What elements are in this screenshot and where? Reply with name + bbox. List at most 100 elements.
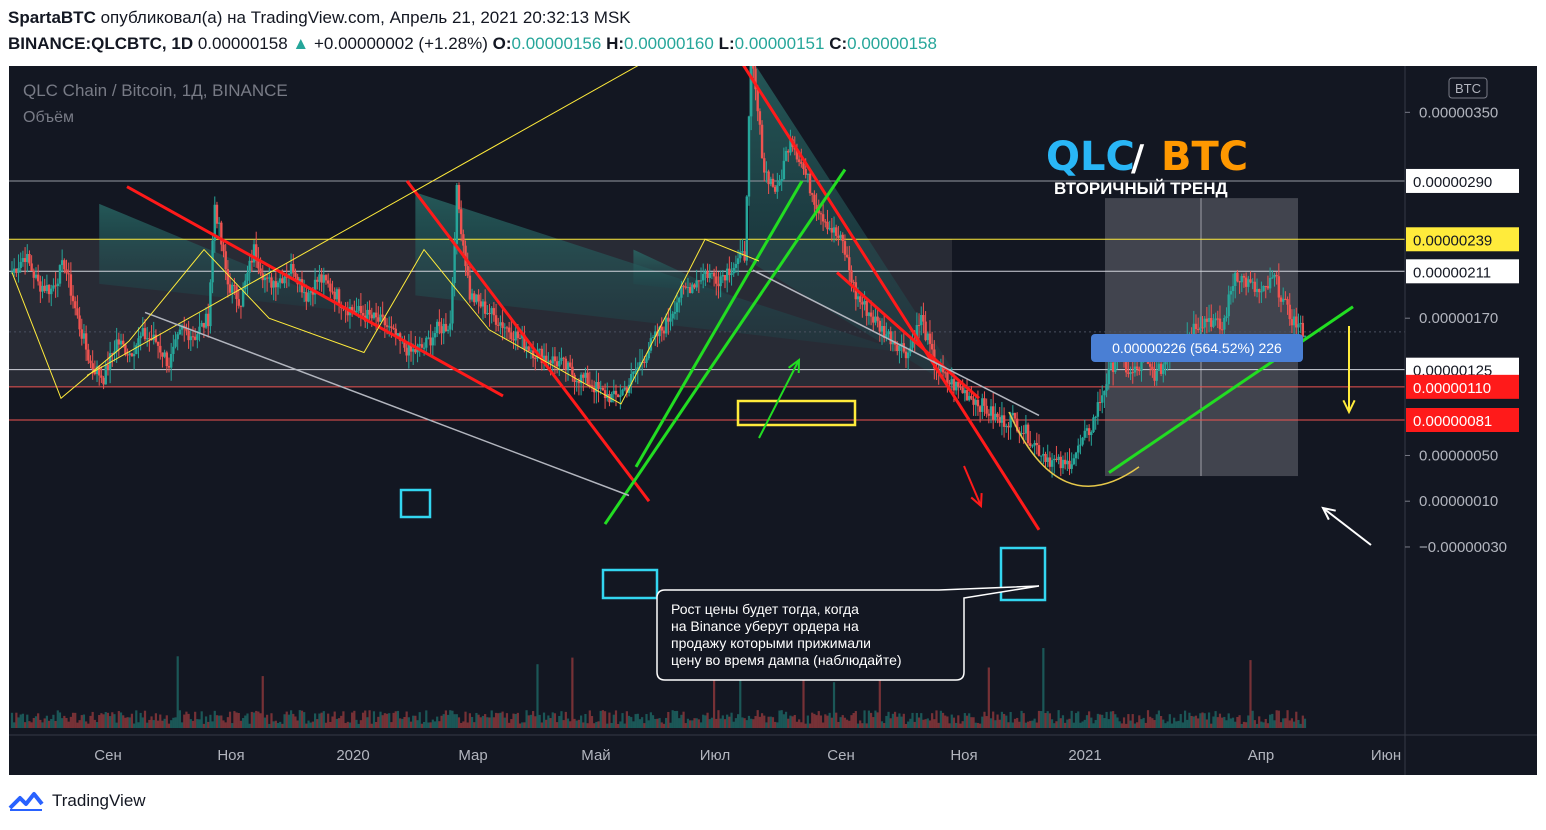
candle-body	[691, 284, 694, 293]
candle-body	[490, 308, 493, 314]
volume-bar	[1242, 721, 1246, 728]
volume-bar	[582, 722, 585, 728]
volume-bar	[1155, 714, 1158, 728]
volume-bar	[431, 719, 434, 728]
volume-bar	[200, 711, 203, 728]
candle-body	[1279, 297, 1283, 302]
candle-body	[1271, 277, 1274, 279]
candle-body	[811, 193, 814, 195]
cyan-zone-box-2	[999, 546, 1047, 602]
candle-body	[1079, 444, 1082, 446]
candle-body	[928, 333, 932, 344]
volume-bar	[139, 712, 142, 728]
volume-bar	[505, 713, 509, 728]
volume-bar	[1266, 723, 1270, 728]
candle-body	[869, 312, 873, 317]
volume-bar	[573, 718, 576, 728]
volume-bar	[1149, 716, 1152, 728]
candle-body	[418, 344, 421, 346]
author[interactable]: SpartaBTC	[8, 8, 96, 27]
candle-body	[422, 347, 426, 349]
volume-bar	[1011, 722, 1014, 728]
volume-bar	[1277, 710, 1280, 728]
volume-bar	[697, 719, 700, 728]
volume-bar	[1303, 718, 1307, 728]
candle-body	[1199, 327, 1202, 330]
tradingview-name: TradingView	[52, 791, 146, 810]
candle-body	[623, 387, 626, 390]
candle-body	[787, 150, 790, 153]
volume-bar	[1092, 723, 1095, 728]
candle-body	[374, 312, 378, 318]
volume-bar	[961, 721, 964, 728]
volume-bar	[39, 719, 42, 728]
volume-bar	[590, 716, 594, 728]
volume-bar	[348, 722, 352, 728]
volume-bar	[1212, 716, 1215, 728]
volume-bar	[702, 714, 705, 728]
volume-bar	[887, 711, 890, 728]
volume-bar	[1260, 721, 1263, 728]
candle-body	[145, 338, 149, 340]
volume-bar	[425, 710, 428, 728]
volume-bar	[167, 723, 171, 728]
candle-body	[1212, 320, 1215, 327]
volume-bar	[579, 715, 583, 728]
note-callout[interactable]: Рост цены будет тогда, когда на Binance …	[656, 585, 1040, 681]
volume-bar	[1221, 717, 1224, 728]
volume-bar	[597, 721, 600, 728]
volume-bar	[1207, 712, 1211, 728]
volume-bar	[595, 721, 598, 728]
x-tick-label: Ноя	[217, 747, 244, 764]
candle-body	[1264, 285, 1267, 287]
volume-bar	[1223, 716, 1226, 728]
volume-bar	[1138, 715, 1141, 728]
volume-bar	[968, 713, 971, 728]
volume-bar	[1247, 715, 1250, 728]
candle-body	[248, 260, 251, 273]
volume-bar	[436, 716, 439, 728]
volume-bar	[1005, 715, 1008, 728]
candle-body	[688, 287, 692, 293]
volume-bar	[588, 710, 591, 728]
candle-body	[837, 235, 840, 238]
tradingview-brand[interactable]: TradingView	[8, 790, 146, 812]
volume-bar	[745, 720, 748, 728]
candle-body	[538, 348, 541, 350]
volume-bar	[817, 711, 820, 728]
volume-bar	[266, 714, 269, 728]
candle-body	[69, 274, 73, 296]
candle-body	[632, 371, 635, 374]
volume-bar	[606, 723, 609, 728]
volume-bar	[250, 711, 253, 728]
volume-bar	[1031, 720, 1034, 728]
candle-body	[721, 275, 725, 277]
price-chart[interactable]: Сен Ноя 2020 Мар Май Июл Сен Ноя 2021 Апр Июн 0.000…	[9, 66, 1537, 775]
candle-body	[202, 322, 206, 328]
candle-body	[518, 337, 522, 339]
volume-bar	[577, 719, 581, 728]
volume-bar	[74, 712, 77, 728]
volume-bar	[283, 714, 286, 728]
candle-body	[217, 222, 221, 224]
candle-body	[233, 284, 236, 287]
candle-body	[763, 158, 766, 173]
candle-body	[708, 272, 711, 278]
candle-body	[1292, 316, 1296, 326]
candle-body	[848, 257, 851, 271]
volume-bar	[1057, 710, 1060, 728]
volume-bar	[357, 723, 360, 728]
volume-bar	[1096, 713, 1099, 728]
chart-panel[interactable]: Сен Ноя 2020 Мар Май Июл Сен Ноя 2021 Апр Июн 0.000…	[9, 66, 1537, 775]
y-tick-label: −0.00000030	[1419, 539, 1507, 556]
volume-bar	[165, 715, 168, 728]
candle-body	[377, 317, 380, 322]
candle-body	[989, 406, 993, 416]
volume-bar	[1197, 718, 1200, 728]
candle-body	[1092, 417, 1095, 433]
candle-body	[808, 173, 812, 194]
volume-bar	[627, 715, 631, 728]
volume-bar	[154, 713, 158, 728]
price-label: 0.00000290	[1413, 174, 1492, 191]
candle-body	[745, 196, 749, 261]
